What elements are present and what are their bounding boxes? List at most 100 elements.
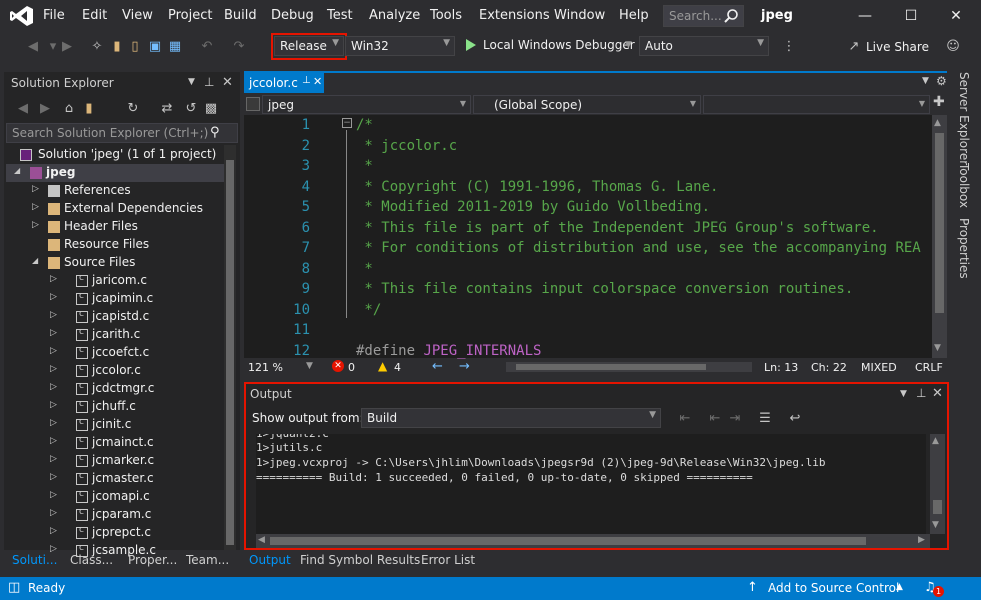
find-message-icon[interactable]: ⇤	[676, 410, 694, 428]
code-line[interactable]: * This file contains input colorspace co…	[356, 281, 853, 297]
sync-with-document-icon[interactable]: ⇄	[158, 100, 176, 118]
save-icon[interactable]: ▣	[146, 38, 164, 56]
tree-item-folder[interactable]: ▷ External Dependencies	[6, 200, 224, 218]
collapsed-icon[interactable]: ▷	[50, 382, 57, 392]
new-project-icon[interactable]: ✧	[88, 38, 106, 56]
output-source-dropdown[interactable]: Build ▼	[361, 408, 661, 428]
gear-icon[interactable]: ⚙	[936, 74, 947, 88]
pin-icon[interactable]: ⊥	[916, 386, 926, 400]
scroll-right-icon[interactable]: ▶	[918, 535, 925, 545]
previous-message-icon[interactable]: ⇤	[706, 410, 724, 428]
upload-arrow-icon[interactable]: ↑	[747, 580, 758, 595]
warning-count[interactable]: 4	[394, 361, 401, 374]
panel-menu-icon[interactable]: ▼	[900, 389, 907, 399]
tree-file-item[interactable]: ▷ jccoefct.c	[6, 344, 224, 362]
menu-item-test[interactable]: Test	[327, 8, 353, 23]
editor-scrollbar-thumb[interactable]	[935, 133, 944, 313]
pin-icon[interactable]: ⊥	[204, 75, 214, 89]
back-icon[interactable]: ◀	[14, 100, 32, 118]
tree-item-project[interactable]: ◢ jpeg	[6, 164, 224, 182]
tree-file-item[interactable]: ▷ jccolor.c	[6, 362, 224, 380]
tree-file-item[interactable]: ▷ jcapimin.c	[6, 290, 224, 308]
scroll-up-icon[interactable]: ▲	[932, 436, 939, 446]
live-share-button[interactable]: Live Share	[866, 40, 929, 54]
add-to-source-control-button[interactable]: Add to Source Control	[768, 581, 899, 595]
debugger-mode-dropdown[interactable]: Auto ▼	[639, 36, 769, 56]
code-line[interactable]: * For conditions of distribution and use…	[356, 240, 920, 256]
scroll-left-icon[interactable]: ◀	[258, 535, 265, 545]
editor-horizontal-scrollbar[interactable]	[506, 362, 752, 372]
solution-tab-2[interactable]: Proper...	[128, 553, 177, 567]
project-nav-dropdown[interactable]: jpeg ▼	[262, 95, 471, 114]
next-message-icon[interactable]: ⇥	[726, 410, 744, 428]
output-hscroll-thumb[interactable]	[270, 537, 866, 545]
switch-views-icon[interactable]: ▮	[80, 100, 98, 118]
tree-file-item[interactable]: ▷ jaricom.c	[6, 272, 224, 290]
solution-scrollbar-thumb[interactable]	[226, 160, 234, 545]
collapsed-icon[interactable]: ▷	[50, 490, 57, 500]
search-icon[interactable]	[723, 8, 739, 24]
solution-tab-1[interactable]: Class...	[70, 553, 113, 567]
error-icon[interactable]: ✕	[332, 360, 344, 372]
menu-item-help[interactable]: Help	[619, 8, 649, 23]
search-icon[interactable]: ⚲	[210, 125, 220, 140]
maximize-button[interactable]: ☐	[901, 6, 921, 26]
panel-menu-icon[interactable]: ▼	[188, 77, 195, 87]
solution-tab-3[interactable]: Team...	[186, 553, 229, 567]
home-icon[interactable]: ⌂	[60, 100, 78, 118]
tree-item-folder[interactable]: Resource Files	[6, 236, 224, 254]
horizontal-scrollbar-thumb[interactable]	[516, 364, 706, 370]
collapsed-icon[interactable]: ▷	[50, 526, 57, 536]
split-window-icon[interactable]: ✚	[933, 94, 945, 110]
menu-item-view[interactable]: View	[122, 8, 153, 23]
minimize-button[interactable]: —	[855, 6, 875, 26]
code-line[interactable]: *	[356, 158, 372, 174]
warning-icon[interactable]: ▲	[378, 359, 387, 373]
collapsed-icon[interactable]: ▷	[50, 346, 57, 356]
clear-all-icon[interactable]: ☰	[756, 410, 774, 428]
word-wrap-icon[interactable]: ↩	[786, 410, 804, 428]
collapse-region-icon[interactable]: −	[342, 118, 352, 128]
code-line[interactable]: * Copyright (C) 1991-1996, Thomas G. Lan…	[356, 179, 718, 195]
toolbox-tab[interactable]: Toolbox	[957, 163, 971, 208]
menu-item-edit[interactable]: Edit	[82, 8, 107, 23]
properties-tab[interactable]: Properties	[957, 218, 971, 279]
server-explorer-tab[interactable]: Server Explorer	[957, 72, 971, 165]
tree-file-item[interactable]: ▷ jcparam.c	[6, 506, 224, 524]
collapsed-icon[interactable]: ▷	[50, 274, 57, 284]
collapsed-icon[interactable]: ▷	[50, 508, 57, 518]
editor-vertical-scrollbar[interactable]: ▲ ▼	[932, 115, 947, 358]
navigate-forward-icon[interactable]: ▶	[58, 38, 76, 56]
output-vscroll-thumb[interactable]	[933, 500, 942, 514]
start-debugging-icon[interactable]	[466, 39, 476, 51]
feedback-icon[interactable]: ☺	[944, 38, 962, 56]
collapsed-icon[interactable]: ▷	[50, 472, 57, 482]
open-folder-icon[interactable]: ▮	[108, 38, 126, 56]
menu-item-project[interactable]: Project	[168, 8, 212, 23]
code-editor[interactable]	[244, 115, 932, 358]
line-indicator[interactable]: Ln: 13	[764, 361, 798, 374]
tree-file-item[interactable]: ▷ jcapistd.c	[6, 308, 224, 326]
collapsed-icon[interactable]: ▷	[50, 364, 57, 374]
menu-item-analyze[interactable]: Analyze	[369, 8, 420, 23]
close-panel-icon[interactable]: ✕	[932, 386, 943, 401]
output-tab-error-list[interactable]: Error List	[421, 553, 475, 567]
code-line[interactable]: *	[356, 261, 372, 277]
output-vertical-scrollbar[interactable]: ▲ ▼	[930, 434, 945, 534]
collapsed-icon[interactable]: ▷	[32, 202, 39, 212]
forward-icon[interactable]: ▶	[36, 100, 54, 118]
code-line[interactable]: #define JPEG_INTERNALS	[356, 343, 541, 359]
solution-search-input[interactable]: Search Solution Explorer (Ctrl+;)	[6, 123, 238, 143]
pending-changes-filter-icon[interactable]: ↻	[124, 100, 142, 118]
navigate-back-icon[interactable]: ◀	[24, 38, 42, 56]
toolbar-options-icon[interactable]: ⋮	[780, 38, 798, 56]
chevron-up-icon[interactable]: ▲	[896, 582, 903, 592]
solution-tab-0[interactable]: Soluti...	[12, 553, 57, 567]
menu-item-build[interactable]: Build	[224, 8, 257, 23]
redo-icon[interactable]: ↷	[230, 38, 248, 56]
output-horizontal-scrollbar[interactable]: ◀ ▶	[256, 534, 930, 548]
output-text-area[interactable]: 1>jquant2.c1>jutils.c1>jpeg.vcxproj -> C…	[256, 434, 926, 534]
tree-file-item[interactable]: ▷ jcdctmgr.c	[6, 380, 224, 398]
previous-issue-icon[interactable]: ←	[432, 359, 443, 374]
code-line[interactable]: /*	[356, 117, 373, 133]
